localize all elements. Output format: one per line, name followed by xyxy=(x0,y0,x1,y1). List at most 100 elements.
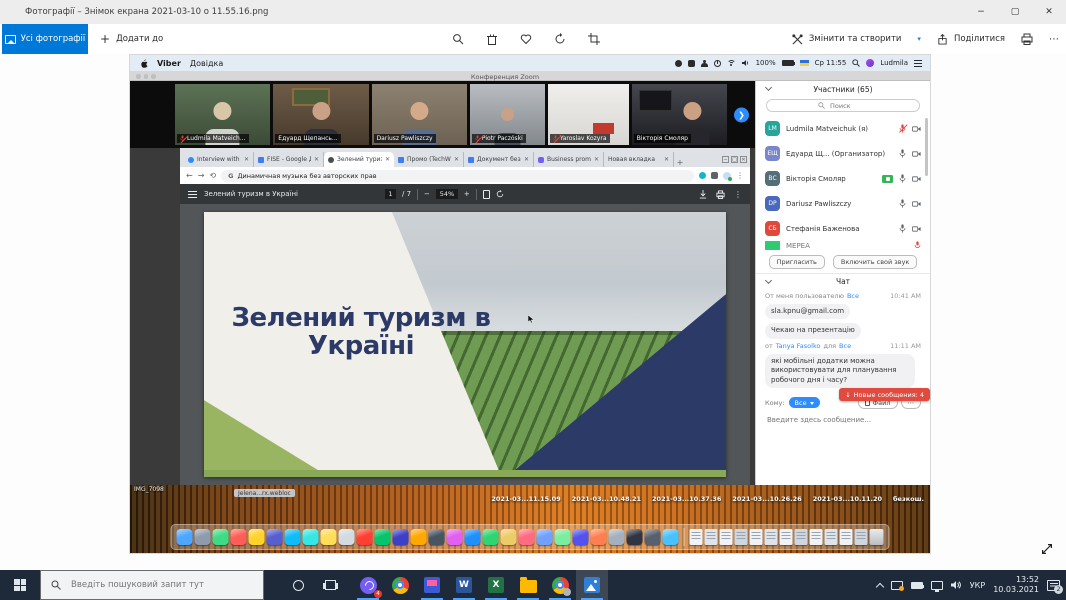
desktop-file-label[interactable]: 2021-03...10.37.36 xyxy=(652,495,721,503)
pdf-zoom-in-button[interactable]: + xyxy=(464,190,470,198)
wifi-icon[interactable] xyxy=(727,60,736,67)
invite-button[interactable]: Пригласить xyxy=(769,255,825,269)
taskbar-search[interactable] xyxy=(40,570,264,600)
dock-app-icon[interactable] xyxy=(573,529,589,545)
tab-close-icon[interactable]: ✕ xyxy=(314,156,319,163)
participant-row[interactable]: ВС Вікторія Смоляр xyxy=(765,166,921,191)
spotlight-icon[interactable] xyxy=(852,59,860,67)
dock-app-icon[interactable] xyxy=(663,529,679,545)
dock-document-icon[interactable] xyxy=(825,529,838,545)
menu-app-name[interactable]: Viber xyxy=(157,59,181,68)
search-input[interactable] xyxy=(828,101,868,111)
new-messages-button[interactable]: ↓ Новые сообщения: 4 xyxy=(839,388,930,401)
mic-icon[interactable] xyxy=(899,174,906,183)
crop-icon[interactable] xyxy=(588,33,600,45)
dock-app-icon[interactable] xyxy=(339,529,355,545)
video-tile[interactable]: Piotr Paczóski xyxy=(470,84,545,145)
timemachine-icon[interactable] xyxy=(714,60,721,67)
desktop-file-label[interactable]: IMG_7098 xyxy=(134,486,164,493)
pdf-page-input[interactable]: 1 xyxy=(385,189,396,199)
pdf-zoom-out-button[interactable]: − xyxy=(424,190,430,198)
dock-app-icon[interactable] xyxy=(609,529,625,545)
browser-tab[interactable]: Interview with FISI✕ xyxy=(184,152,254,167)
dock-app-icon[interactable] xyxy=(375,529,391,545)
muted-mic-icon[interactable] xyxy=(899,124,906,133)
rotate-icon[interactable] xyxy=(554,33,566,45)
menu-help[interactable]: Довідка xyxy=(190,59,223,68)
browser-tab[interactable]: Промо (TechWik...✕ xyxy=(394,152,464,167)
video-tile[interactable]: Едуард Щепансь... xyxy=(273,84,368,145)
new-tab-button[interactable]: + xyxy=(674,158,686,167)
share-button[interactable]: Поділитися xyxy=(954,34,1005,44)
profile-avatar-icon[interactable] xyxy=(723,172,731,180)
desktop-file-label[interactable]: 2021-03...10.11.20 xyxy=(813,495,882,503)
browser-menu-icon[interactable]: ⋮ xyxy=(736,171,744,180)
forward-icon[interactable]: → xyxy=(198,171,205,180)
language-indicator[interactable]: УКР xyxy=(970,581,985,590)
tab-close-icon[interactable]: ✕ xyxy=(454,156,459,163)
camera-icon[interactable] xyxy=(912,176,921,182)
browser-tab[interactable]: Новая вкладка✕ xyxy=(604,152,674,167)
participants-scrollbar[interactable] xyxy=(925,118,928,176)
taskbar-file-explorer[interactable] xyxy=(512,570,544,600)
taskbar-word[interactable]: W xyxy=(448,570,480,600)
maximize-button[interactable]: ▢ xyxy=(998,0,1032,24)
chat-to-dropdown[interactable]: Все xyxy=(789,397,820,408)
taskbar-photos-active[interactable] xyxy=(576,570,608,600)
tray-battery-icon[interactable] xyxy=(911,582,923,589)
tray-network-icon[interactable] xyxy=(931,581,943,590)
mic-icon[interactable] xyxy=(899,149,906,158)
camera-icon[interactable] xyxy=(912,201,921,207)
video-tile[interactable]: Yaroslav Kozyra xyxy=(548,84,629,145)
zoom-icon[interactable] xyxy=(452,33,464,45)
taskbar-clock[interactable]: 13:52 10.03.2021 xyxy=(993,575,1039,595)
print-icon[interactable] xyxy=(1021,33,1033,45)
close-button[interactable]: ✕ xyxy=(1032,0,1066,24)
collapse-chevron-icon[interactable] xyxy=(765,84,772,91)
browser-window-controls[interactable]: −□✕ xyxy=(722,156,747,163)
task-view-button[interactable] xyxy=(314,570,346,600)
video-tile[interactable]: Dariusz Pawliszczy xyxy=(372,84,467,145)
chevron-down-icon[interactable]: ▾ xyxy=(917,35,921,43)
dock-app-icon[interactable] xyxy=(483,529,499,545)
extension-icon[interactable] xyxy=(711,172,718,179)
add-to-button[interactable]: + Додати до xyxy=(100,24,163,54)
dock-document-icon[interactable] xyxy=(690,529,703,545)
dock-app-icon[interactable] xyxy=(195,529,211,545)
dock-app-icon[interactable] xyxy=(213,529,229,545)
taskbar-chrome-window[interactable] xyxy=(544,570,576,600)
dock-document-icon[interactable] xyxy=(705,529,718,545)
unmute-button[interactable]: Включить свой звук xyxy=(833,255,918,269)
chat-header[interactable]: Чат xyxy=(756,274,930,289)
dock-app-icon[interactable] xyxy=(249,529,265,545)
url-field[interactable]: G Динамичная музыка без авторских прав xyxy=(221,170,694,182)
keyboard-flag-icon[interactable] xyxy=(800,60,809,66)
taskbar-chrome[interactable] xyxy=(384,570,416,600)
favorite-icon[interactable] xyxy=(520,33,532,45)
dock-app-icon[interactable] xyxy=(177,529,193,545)
video-tile-active-speaker[interactable]: Вікторія Смоляр xyxy=(632,84,727,145)
all-photos-button[interactable]: Усі фотографії xyxy=(2,24,88,54)
dock-app-icon[interactable] xyxy=(519,529,535,545)
next-page-videos-button[interactable]: ❯ xyxy=(734,107,749,122)
tab-close-icon[interactable]: ✕ xyxy=(664,156,669,163)
collapse-chevron-icon[interactable] xyxy=(765,277,772,284)
taskbar-paint-app[interactable] xyxy=(416,570,448,600)
dock-app-icon[interactable] xyxy=(555,529,571,545)
whatsapp-icon[interactable] xyxy=(675,60,682,67)
taskbar-excel[interactable]: X xyxy=(480,570,512,600)
menubar-user[interactable]: Ludmila xyxy=(880,59,908,67)
camera-icon[interactable] xyxy=(912,151,921,157)
dock-app-icon[interactable] xyxy=(537,529,553,545)
camera-icon[interactable] xyxy=(912,226,921,232)
mic-icon[interactable] xyxy=(899,224,906,233)
participant-row[interactable]: DP Dariusz Pawliszczy xyxy=(765,191,921,216)
tab-close-icon[interactable]: ✕ xyxy=(244,156,249,163)
dock-app-icon[interactable] xyxy=(357,529,373,545)
desktop-file-label[interactable]: 2021-03...11.15.09 xyxy=(491,495,560,503)
dock-document-icon[interactable] xyxy=(750,529,763,545)
back-icon[interactable]: ← xyxy=(186,171,193,180)
dock-app-icon[interactable] xyxy=(591,529,607,545)
participants-header[interactable]: Участники (65) xyxy=(756,81,930,97)
pdf-more-icon[interactable]: ⋮ xyxy=(734,190,742,199)
